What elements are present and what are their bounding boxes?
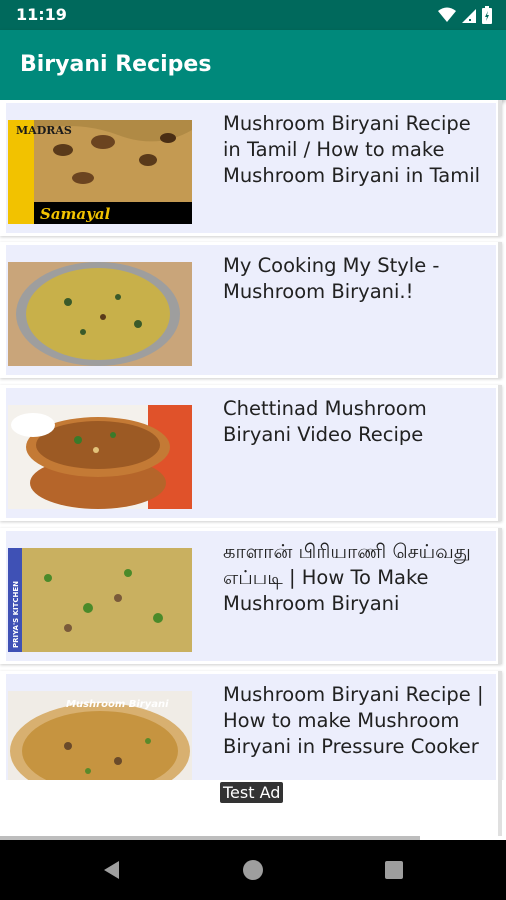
status-bar: 11:19 [0,0,506,30]
recipe-list[interactable]: MADRAS Samayal Mushroom Biryani Recipe i… [0,100,506,780]
wifi-icon [438,7,456,22]
navigation-bar [0,840,506,900]
list-item-body: Chettinad Mushroom Biryani Video Recipe [6,388,496,518]
status-icons [438,6,492,24]
battery-icon [482,6,492,24]
home-icon[interactable] [241,858,265,882]
item-title: My Cooking My Style -Mushroom Biryani.! [223,254,440,303]
thumb-text-samayal: Samayal [40,205,111,223]
app-bar: Biryani Recipes [0,30,506,100]
video-thumbnail: Mushroom Biryani [8,691,192,780]
video-thumbnail: PRIYA'S KITCHEN [8,548,192,652]
status-time: 11:19 [16,5,67,24]
recents-icon[interactable] [382,858,406,882]
list-item-body: My Cooking My Style -Mushroom Biryani.! [6,245,496,375]
signal-icon [462,9,476,23]
list-item[interactable]: MADRAS Samayal Mushroom Biryani Recipe i… [0,100,502,236]
list-item[interactable]: PRIYA'S KITCHEN காளான் பிரியாணி செய்வது … [0,528,502,664]
thumb-text-madras: MADRAS [16,124,72,137]
thumb-text-mushroom-biryani: Mushroom Biryani [66,699,169,710]
list-item-body: MADRAS Samayal Mushroom Biryani Recipe i… [6,103,496,233]
back-icon[interactable] [100,858,124,882]
item-title: Mushroom Biryani Recipe | How to make Mu… [223,683,484,758]
ad-banner[interactable]: Test Ad [0,780,502,836]
list-item[interactable]: Chettinad Mushroom Biryani Video Recipe [0,385,502,521]
list-item[interactable]: My Cooking My Style -Mushroom Biryani.! [0,242,502,378]
list-item-body: Mushroom Biryani Mushroom Biryani Recipe… [6,674,496,780]
thumb-text-priyas-kitchen: PRIYA'S KITCHEN [12,581,20,648]
list-item[interactable]: Mushroom Biryani Mushroom Biryani Recipe… [0,671,502,780]
item-title: Mushroom Biryani Recipe in Tamil / How t… [223,112,481,187]
item-title: Chettinad Mushroom Biryani Video Recipe [223,397,427,446]
video-thumbnail: MADRAS Samayal [8,120,192,224]
ad-label[interactable]: Test Ad [220,782,284,803]
video-thumbnail [8,262,192,366]
app-title: Biryani Recipes [20,52,212,77]
video-thumbnail [8,405,192,509]
list-item-body: PRIYA'S KITCHEN காளான் பிரியாணி செய்வது … [6,531,496,661]
item-title: காளான் பிரியாணி செய்வது எப்படி | How To … [223,540,471,615]
